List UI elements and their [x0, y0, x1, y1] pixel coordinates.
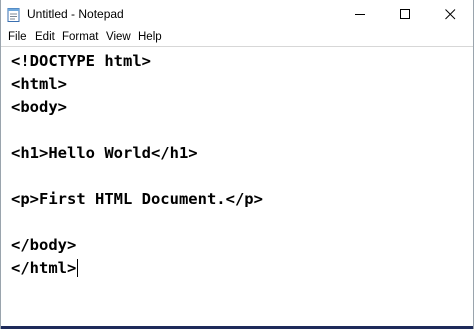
editor-line: <p>First HTML Document.</p> — [11, 190, 263, 208]
maximize-icon — [400, 9, 410, 19]
editor-line: <body> — [11, 98, 67, 116]
menu-format[interactable]: Format — [62, 30, 98, 45]
close-icon — [445, 9, 456, 20]
editor-line: <html> — [11, 75, 67, 93]
close-button[interactable] — [428, 0, 473, 29]
editor-line: <h1>Hello World</h1> — [11, 144, 198, 162]
menu-view[interactable]: View — [106, 30, 131, 45]
minimize-button[interactable] — [338, 0, 383, 29]
minimize-icon — [355, 14, 365, 15]
maximize-button[interactable] — [383, 0, 428, 29]
notepad-icon — [7, 7, 20, 22]
text-caret — [77, 259, 79, 277]
menu-edit[interactable]: Edit — [35, 30, 55, 45]
window-title: Untitled - Notepad — [27, 7, 124, 21]
editor-line-text: </html> — [11, 259, 77, 277]
notepad-window: Untitled - Notepad File Edit Format View… — [0, 0, 474, 329]
editor-line-last: </html> — [11, 259, 79, 277]
text-editor-area[interactable]: <!DOCTYPE html> <html> <body> <h1>Hello … — [1, 46, 473, 329]
editor-line: <!DOCTYPE html> — [11, 52, 151, 70]
menu-help[interactable]: Help — [138, 30, 162, 45]
menu-bar: File Edit Format View Help — [1, 29, 473, 46]
title-bar[interactable]: Untitled - Notepad — [1, 0, 473, 29]
menu-file[interactable]: File — [8, 30, 27, 45]
editor-line: </body> — [11, 236, 77, 254]
